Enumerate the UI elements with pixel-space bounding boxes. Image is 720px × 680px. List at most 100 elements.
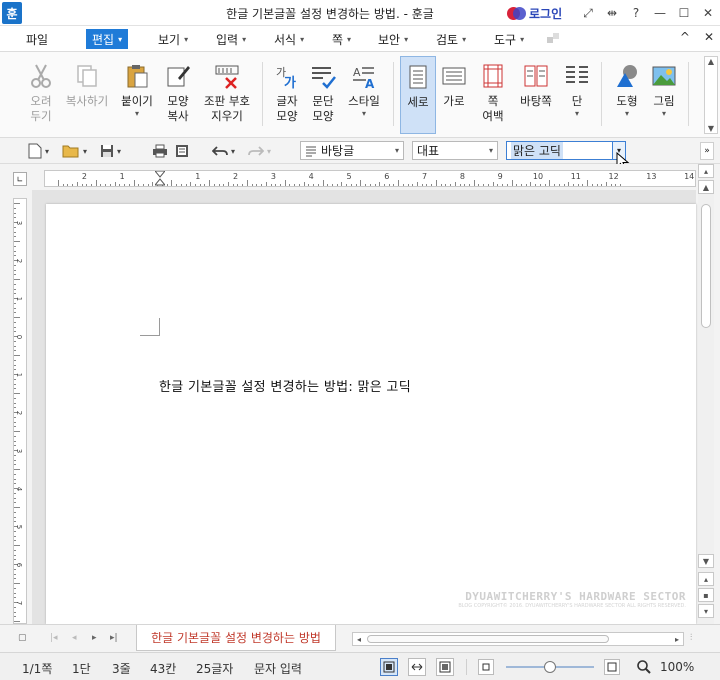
help-icon[interactable]: ? xyxy=(624,0,648,26)
menu-format[interactable]: 서식 ▾ xyxy=(268,29,310,49)
page-margin-button[interactable]: 쪽 여백 xyxy=(476,56,510,134)
zoom-in-button[interactable] xyxy=(604,659,620,675)
new-tab-icon[interactable]: ▢ xyxy=(18,633,27,643)
first-tab-icon[interactable]: |◂ xyxy=(50,633,58,643)
clear-marks-button[interactable]: 조판 부호 지우기 xyxy=(200,56,254,134)
ruler-number: 7 xyxy=(15,600,24,606)
ruler-tick xyxy=(14,293,16,295)
para-shape-icon xyxy=(312,67,336,89)
scroll-up-icon[interactable]: ▴ xyxy=(698,164,714,178)
ruler-tick xyxy=(119,184,121,186)
menu-file[interactable]: 파일 xyxy=(20,29,54,49)
close-icon[interactable]: ✕ xyxy=(696,0,720,26)
ruler-tick xyxy=(14,397,16,399)
login-button[interactable]: 로그인 xyxy=(507,5,562,22)
scroll-down-arrow-icon[interactable]: ▼ xyxy=(698,554,714,568)
print-button[interactable] xyxy=(152,143,168,159)
page-background-button[interactable]: 바탕쪽 xyxy=(516,56,556,134)
redo-button[interactable]: ▾ xyxy=(248,143,271,159)
maximize-icon[interactable]: ☐ xyxy=(672,0,696,26)
style-select[interactable]: 바탕글 ▾ xyxy=(300,141,404,160)
scroll-left-icon[interactable]: ◂ xyxy=(353,633,365,645)
language-select[interactable]: 대표 ▾ xyxy=(412,141,498,160)
indent-marker-icon[interactable] xyxy=(153,170,167,187)
puzzle-icon[interactable] xyxy=(546,32,560,46)
document-tab[interactable]: 한글 기본글꼴 설정 변경하는 방법 xyxy=(136,625,336,651)
scroll-right-icon[interactable]: ▸ xyxy=(671,633,683,645)
split-view-icon[interactable]: ⫶ xyxy=(690,633,692,643)
paste-button[interactable]: 붙이기 ▾ xyxy=(118,56,156,134)
full-page-view-button[interactable] xyxy=(436,658,454,676)
menu-security[interactable]: 보안 ▾ xyxy=(372,29,414,49)
page-view-button[interactable] xyxy=(380,658,398,676)
ribbon-scroll[interactable]: ▲ ▼ xyxy=(704,56,718,134)
ruler-tick xyxy=(450,184,452,186)
char-shape-button[interactable]: 가가 글자 모양 xyxy=(270,56,304,134)
open-button[interactable]: ▾ xyxy=(62,143,87,159)
close-document-icon[interactable]: ✕ xyxy=(704,30,714,44)
vertical-ruler[interactable]: 3 2 1 0 1 2 3 4 5 6 7 xyxy=(13,198,27,624)
menu-label: 검토 xyxy=(436,32,459,47)
next-page-icon[interactable]: ▾ xyxy=(698,604,714,618)
new-document-button[interactable]: ▾ xyxy=(28,143,49,159)
menu-insert[interactable]: 입력 ▾ xyxy=(210,29,252,49)
vertical-scrollbar[interactable]: ▴ ▲ ▼ ▴ ▪ ▾ xyxy=(698,164,714,624)
zoom-level[interactable]: 100% xyxy=(660,660,694,674)
clear-marks-label: 조판 부호 지우기 xyxy=(204,94,250,123)
scroll-up-arrow-icon[interactable]: ▲ xyxy=(698,180,714,194)
minimize-icon[interactable]: — xyxy=(648,0,672,26)
zoom-search-icon[interactable] xyxy=(636,659,652,678)
menu-page[interactable]: 쪽 ▾ xyxy=(326,29,357,49)
app-icon[interactable]: 훈 xyxy=(2,2,22,24)
menu-tools[interactable]: 도구 ▾ xyxy=(488,29,530,49)
font-select[interactable]: 맑은 고딕 ▾ xyxy=(506,141,626,160)
menu-edit[interactable]: 편집 ▾ xyxy=(86,29,129,49)
save-button[interactable]: ▾ xyxy=(100,143,121,159)
collapse-ribbon-icon[interactable]: ^ xyxy=(680,30,690,44)
last-tab-icon[interactable]: ▸| xyxy=(110,633,118,643)
document-page[interactable] xyxy=(46,204,696,624)
menu-review[interactable]: 검토 ▾ xyxy=(430,29,472,49)
status-input-mode[interactable]: 문자 입력 xyxy=(254,660,302,677)
document-text[interactable]: 한글 기본글꼴 설정 변경하는 방법: 맑은 고딕 xyxy=(159,376,411,395)
vertical-orientation-button[interactable]: 세로 xyxy=(400,56,436,134)
menu-view[interactable]: 보기 ▾ xyxy=(152,29,194,49)
ruler-tick xyxy=(14,521,16,523)
horizontal-ruler[interactable]: 2 1 1 2 3 4 5 6 7 8 9 10 11 12 13 14 xyxy=(44,170,696,187)
ruler-tick xyxy=(57,180,59,186)
format-copy-button[interactable]: 모양 복사 xyxy=(162,56,194,134)
horizontal-scrollbar[interactable]: ◂ ▸ xyxy=(352,632,684,646)
horizontal-orientation-button[interactable]: 가로 xyxy=(438,56,470,134)
preview-button[interactable] xyxy=(175,143,189,159)
columns-button[interactable]: 단 ▾ xyxy=(562,56,592,134)
cut-button[interactable]: 오려 두기 xyxy=(24,56,58,134)
undo-button[interactable]: ▾ xyxy=(212,143,235,159)
page-background-label: 바탕쪽 xyxy=(520,94,552,108)
chevron-down-icon: ▾ xyxy=(624,109,629,118)
status-page[interactable]: 1/1쪽 xyxy=(22,660,52,677)
copy-button[interactable]: 복사하기 xyxy=(62,56,112,134)
tab-stop-icon[interactable]: ∟ xyxy=(13,172,27,186)
zoom-slider-handle[interactable] xyxy=(544,661,556,673)
vertical-scroll-thumb[interactable] xyxy=(701,204,711,328)
horizontal-scroll-thumb[interactable] xyxy=(367,635,609,643)
toolbar-more-icon[interactable]: » xyxy=(700,142,714,160)
picture-button[interactable]: 그림 ▾ xyxy=(648,56,680,134)
ruler-tick xyxy=(487,184,489,186)
ruler-tick xyxy=(596,184,598,186)
ruler-tick xyxy=(109,184,111,186)
fit-width-icon[interactable]: ⇹ xyxy=(600,0,624,26)
style-button[interactable]: AA 스타일 ▾ xyxy=(344,56,384,134)
landscape-page-icon xyxy=(442,67,466,85)
shapes-button[interactable]: 도형 ▾ xyxy=(610,56,644,134)
width-view-button[interactable] xyxy=(408,658,426,676)
fullscreen-icon[interactable]: ⤢ xyxy=(576,0,600,26)
zoom-out-button[interactable] xyxy=(478,659,494,675)
prev-page-icon[interactable]: ▴ xyxy=(698,572,714,586)
para-shape-button[interactable]: 문단 모양 xyxy=(306,56,340,134)
chevron-down-icon: ▾ xyxy=(117,146,122,156)
next-tab-icon[interactable]: ▸ xyxy=(92,633,97,643)
page-select-icon[interactable]: ▪ xyxy=(698,588,714,602)
prev-tab-icon[interactable]: ◂ xyxy=(72,633,77,643)
picture-label: 그림 xyxy=(653,94,675,108)
